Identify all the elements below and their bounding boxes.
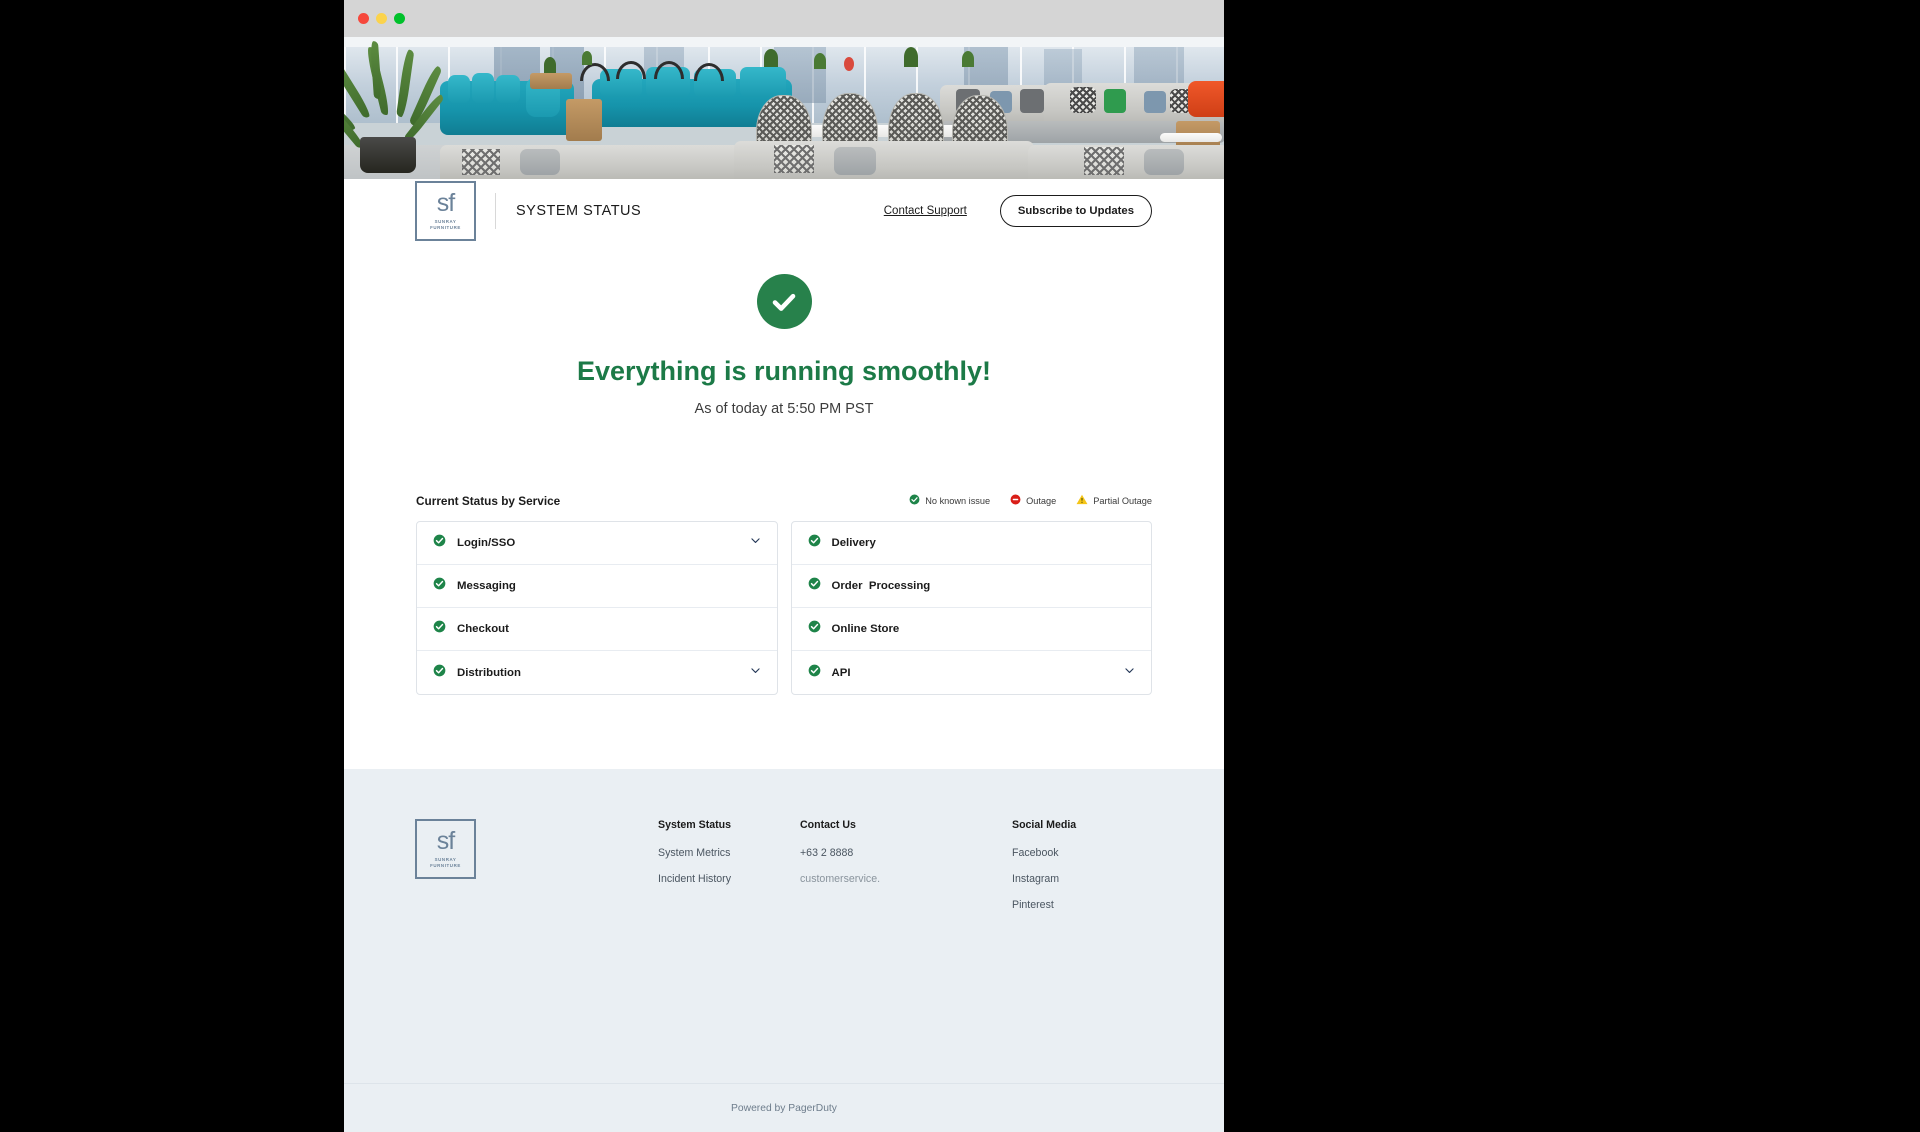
footer-link-pinterest[interactable]: Pinterest [1012, 899, 1154, 911]
header-divider [495, 193, 496, 229]
service-label: Delivery [831, 537, 876, 549]
footer-logo-wordmark-line1: SUNRAY [434, 857, 457, 863]
status-headline: Everything is running smoothly! [576, 356, 992, 386]
footer-column-system-status: System Status System Metrics Incident Hi… [658, 819, 800, 1083]
footer-brand-logo[interactable]: sf SUNRAY FURNITURE [415, 819, 476, 879]
warning-triangle-icon [1076, 492, 1088, 510]
footer-logo-wordmark-line2: FURNITURE [430, 863, 461, 868]
services-header-bar: Current Status by Service No known issue [416, 492, 1152, 510]
service-row-delivery[interactable]: Delivery [791, 522, 1151, 565]
footer-link-facebook[interactable]: Facebook [1012, 847, 1154, 859]
service-card-right: Delivery Order Processing Online Store A… [790, 521, 1152, 695]
page-title: SYSTEM STATUS [516, 203, 642, 219]
logo-wordmark-line2: FURNITURE [430, 225, 461, 230]
legend-label: Partial Outage [1093, 496, 1152, 506]
footer-email-address[interactable]: customerservice. [800, 873, 1012, 885]
legend-item-outage: Outage [1010, 492, 1056, 510]
footer-column-social-media: Social Media Facebook Instagram Pinteres… [1012, 819, 1154, 1083]
footer-column-contact-us: Contact Us +63 2 8888 customerservice. [800, 819, 1012, 1083]
minimize-window-button[interactable] [376, 13, 387, 24]
service-label: Distribution [457, 666, 521, 679]
footer-column-title: Contact Us [800, 819, 856, 831]
footer-column-title: System Status [658, 819, 732, 831]
maximize-window-button[interactable] [394, 13, 405, 24]
services-section: Current Status by Service No known issue [416, 492, 1152, 695]
footer-link-instagram[interactable]: Instagram [1012, 873, 1154, 885]
chevron-down-icon[interactable] [749, 664, 762, 682]
chevron-down-icon[interactable] [749, 534, 762, 552]
check-circle-icon [808, 577, 821, 595]
status-timestamp: As of today at 5:50 PM PST [694, 401, 874, 417]
window-title-bar [344, 0, 1224, 37]
service-row-messaging[interactable]: Messaging [417, 565, 777, 608]
service-row-online-store[interactable]: Online Store [791, 608, 1151, 651]
service-label: API [831, 666, 851, 679]
overall-status-section: Everything is running smoothly! As of to… [344, 243, 1224, 417]
check-circle-icon [756, 274, 812, 329]
palm-plant [344, 39, 456, 179]
check-circle-icon [909, 492, 920, 510]
footer-link-system-metrics[interactable]: System Metrics [658, 847, 800, 859]
close-window-button[interactable] [358, 13, 369, 24]
legend-label: Outage [1026, 496, 1057, 506]
services-grid: Login/SSO Messaging Checkout Distributio… [416, 521, 1152, 695]
service-card-left: Login/SSO Messaging Checkout Distributio… [416, 521, 778, 695]
contact-support-link[interactable]: Contact Support [884, 205, 967, 217]
service-row-order-processing[interactable]: Order Processing [791, 565, 1151, 608]
check-circle-icon [808, 620, 821, 638]
powered-by-bar: Powered by PagerDuty [344, 1083, 1224, 1132]
site-footer: sf SUNRAY FURNITURE System Status System… [344, 769, 1224, 1083]
check-circle-icon [433, 577, 446, 595]
powered-by-text: Powered by PagerDuty [731, 1102, 837, 1114]
status-legend: No known issue Outage Partial Outage [909, 492, 1152, 510]
browser-window: sf SUNRAY FURNITURE SYSTEM STATUS Contac… [344, 0, 1224, 1132]
service-row-checkout[interactable]: Checkout [417, 608, 777, 651]
brand-logo[interactable]: sf SUNRAY FURNITURE [415, 181, 476, 241]
logo-wordmark: SUNRAY FURNITURE [430, 219, 461, 231]
hero-banner-image [344, 37, 1224, 179]
subscribe-to-updates-button[interactable]: Subscribe to Updates [999, 195, 1152, 227]
service-label: Order Processing [831, 580, 931, 592]
footer-link-incident-history[interactable]: Incident History [658, 873, 800, 885]
footer-phone-number: +63 2 8888 [800, 847, 854, 859]
service-row-login-sso[interactable]: Login/SSO [417, 522, 777, 565]
footer-logo-wordmark: SUNRAY FURNITURE [430, 857, 461, 869]
legend-item-no-known-issue: No known issue [909, 492, 990, 510]
check-circle-icon [433, 620, 446, 638]
footer-logo-monogram: sf [436, 827, 455, 856]
service-row-api[interactable]: API [792, 651, 1152, 694]
check-circle-icon [808, 664, 821, 682]
legend-item-partial-outage: Partial Outage [1076, 492, 1152, 510]
legend-label: No known issue [925, 496, 991, 506]
service-row-distribution[interactable]: Distribution [417, 651, 777, 694]
footer-columns: System Status System Metrics Incident Hi… [658, 819, 1154, 1083]
check-circle-icon [433, 664, 446, 682]
service-label: Login/SSO [457, 537, 516, 549]
logo-monogram: sf [436, 189, 455, 218]
service-label: Messaging [457, 580, 516, 592]
showroom-photo [344, 37, 1224, 179]
check-circle-icon [808, 534, 821, 552]
service-label: Checkout [457, 623, 509, 635]
services-title: Current Status by Service [416, 494, 561, 508]
check-circle-icon [433, 534, 446, 552]
outage-icon [1010, 492, 1021, 510]
logo-wordmark-line1: SUNRAY [434, 219, 457, 225]
chevron-down-icon[interactable] [1123, 664, 1136, 682]
footer-column-title: Social Media [1012, 819, 1077, 831]
service-label: Online Store [831, 623, 900, 635]
site-header: sf SUNRAY FURNITURE SYSTEM STATUS Contac… [344, 179, 1224, 243]
